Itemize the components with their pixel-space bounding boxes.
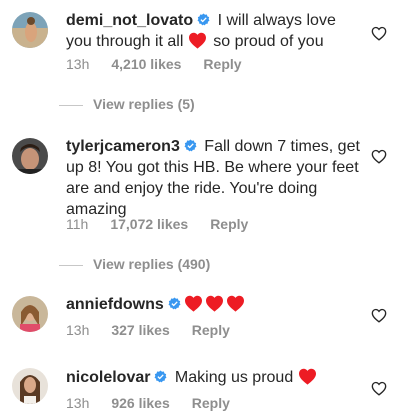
comment-text: tylerjcameron3 Fall down 7 times, get up… xyxy=(66,136,366,220)
verified-icon xyxy=(154,370,167,383)
view-replies-button[interactable]: View replies (490) xyxy=(59,256,210,272)
comment-text: anniefdowns xyxy=(66,294,366,315)
comment-body-continued: so proud of you xyxy=(208,33,324,50)
red-heart-emoji-icon xyxy=(184,295,203,312)
view-replies-button[interactable]: View replies (5) xyxy=(59,96,195,112)
username[interactable]: anniefdowns xyxy=(66,296,164,313)
reply-button[interactable]: Reply xyxy=(203,56,241,72)
heart-icon[interactable] xyxy=(371,149,387,164)
comment-meta: 13h 926 likes Reply xyxy=(66,395,252,411)
red-heart-emoji-icon xyxy=(205,295,224,312)
verified-icon xyxy=(197,13,210,26)
heart-icon[interactable] xyxy=(371,308,387,323)
username[interactable]: demi_not_lovato xyxy=(66,12,193,29)
comment-meta: 13h 327 likes Reply xyxy=(66,322,252,338)
red-heart-emoji-icon xyxy=(188,32,207,49)
likes-count[interactable]: 926 likes xyxy=(111,395,169,411)
divider-line xyxy=(59,264,83,266)
avatar[interactable] xyxy=(12,138,48,174)
reply-button[interactable]: Reply xyxy=(192,322,230,338)
red-heart-emoji-icon xyxy=(226,295,245,312)
comment-body: Making us proud xyxy=(170,369,298,386)
avatar[interactable] xyxy=(12,296,48,332)
comment-meta: 11h 17,072 likes Reply xyxy=(66,216,270,232)
timestamp: 11h xyxy=(66,216,89,232)
username[interactable]: nicolelovar xyxy=(66,369,150,386)
avatar[interactable] xyxy=(12,12,48,48)
comment-meta: 13h 4,210 likes Reply xyxy=(66,56,264,72)
reply-button[interactable]: Reply xyxy=(192,395,230,411)
likes-count[interactable]: 4,210 likes xyxy=(111,56,181,72)
avatar[interactable] xyxy=(12,368,48,404)
likes-count[interactable]: 327 likes xyxy=(111,322,169,338)
reply-button[interactable]: Reply xyxy=(210,216,248,232)
timestamp: 13h xyxy=(66,322,90,338)
heart-icon[interactable] xyxy=(371,26,387,41)
verified-icon xyxy=(184,139,197,152)
view-replies-label: View replies (5) xyxy=(93,96,195,112)
view-replies-label: View replies (490) xyxy=(93,256,211,272)
likes-count[interactable]: 17,072 likes xyxy=(110,216,188,232)
verified-icon xyxy=(168,297,181,310)
divider-line xyxy=(59,104,83,106)
comment-text: nicolelovar Making us proud xyxy=(66,367,366,388)
heart-icon[interactable] xyxy=(371,381,387,396)
timestamp: 13h xyxy=(66,56,90,72)
comment-text: demi_not_lovato I will always love you t… xyxy=(66,10,366,52)
username[interactable]: tylerjcameron3 xyxy=(66,138,180,155)
timestamp: 13h xyxy=(66,395,90,411)
red-heart-emoji-icon xyxy=(298,368,317,385)
